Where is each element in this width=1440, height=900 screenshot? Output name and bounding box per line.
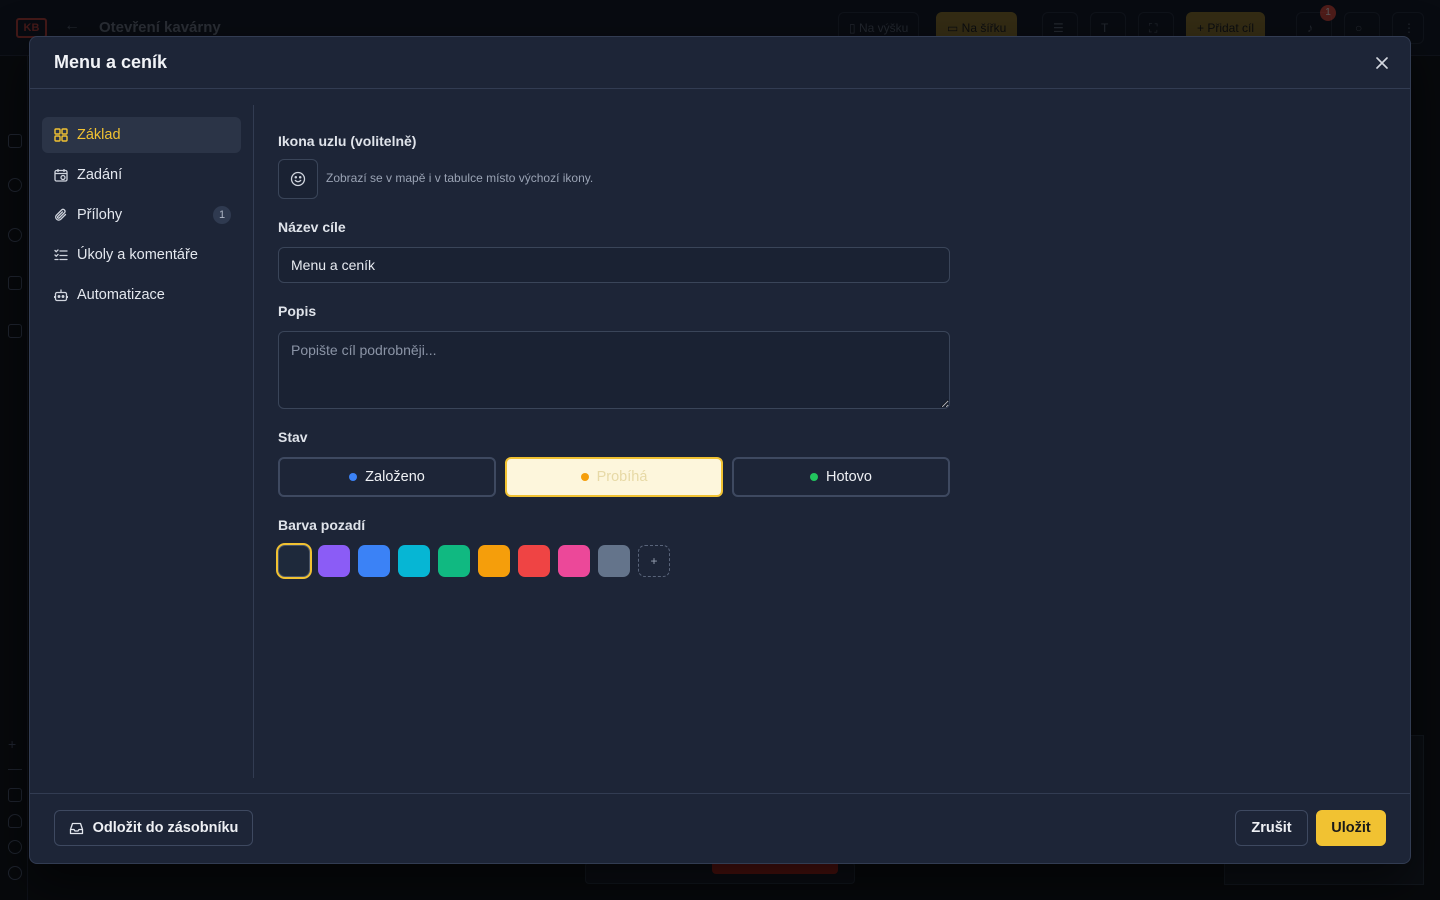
close-icon: [1376, 57, 1388, 69]
nav-item-zadani[interactable]: Zadání: [42, 157, 241, 193]
nav-label: Zadání: [77, 167, 123, 183]
status-dot: [580, 473, 589, 481]
description-input[interactable]: [278, 331, 950, 409]
icon-label: Ikona uzlu (volitelně): [278, 133, 417, 149]
nav-label: Úkoly a komentáře: [77, 247, 198, 263]
status-label-text: Založeno: [365, 469, 425, 485]
goal-modal: Menu a ceník Základ Zadání Přílohy 1 Úko…: [29, 36, 1411, 864]
status-dot: [349, 473, 358, 481]
goal-name-input[interactable]: [278, 247, 950, 283]
inbox-icon: [69, 822, 83, 834]
bg-color-label: Barva pozadí: [278, 517, 366, 533]
icon-picker-button[interactable]: [278, 159, 318, 199]
status-zalozeno-button[interactable]: Založeno: [278, 457, 496, 497]
swatch-orange[interactable]: [478, 545, 510, 577]
save-button[interactable]: Uložit: [1316, 810, 1386, 846]
status-dot: [810, 473, 819, 481]
nav-item-prilohy[interactable]: Přílohy 1: [42, 197, 241, 233]
cancel-button[interactable]: Zrušit: [1235, 810, 1308, 846]
modal-footer: Odložit do zásobníku Zrušit Uložit: [30, 793, 1410, 863]
nav-label: Základ: [77, 127, 121, 143]
attachments-count-badge: 1: [213, 206, 231, 224]
status-label-text: Hotovo: [826, 469, 872, 485]
status-label: Stav: [278, 429, 308, 445]
grid-icon: [53, 128, 68, 143]
status-label-text: Probíhá: [596, 469, 648, 485]
swatch-red[interactable]: [518, 545, 550, 577]
modal-header: Menu a ceník: [30, 37, 1410, 89]
status-hotovo-button[interactable]: Hotovo: [732, 457, 950, 497]
swatch-green[interactable]: [438, 545, 470, 577]
smiley-icon: [290, 171, 306, 187]
modal-title: Menu a ceník: [54, 52, 168, 72]
name-label: Název cíle: [278, 219, 346, 235]
swatch-purple[interactable]: [318, 545, 350, 577]
stash-button[interactable]: Odložit do zásobníku: [54, 810, 253, 846]
nav-item-zaklad[interactable]: Základ: [42, 117, 241, 153]
add-swatch-button[interactable]: +: [638, 545, 670, 577]
description-label: Popis: [278, 303, 317, 319]
swatch-cyan[interactable]: [398, 545, 430, 577]
icon-hint: Zobrazí se v mapě i v tabulce místo vých…: [326, 171, 594, 185]
nav-item-automatizace[interactable]: Automatizace: [42, 277, 241, 313]
status-probiha-button[interactable]: Probíhá: [505, 457, 723, 497]
paperclip-icon: [53, 208, 68, 223]
robot-icon: [53, 288, 68, 303]
modal-nav: Základ Zadání Přílohy 1 Úkoly a komentář…: [42, 105, 254, 778]
swatch-gray[interactable]: [598, 545, 630, 577]
nav-item-ukoly[interactable]: Úkoly a komentáře: [42, 237, 241, 273]
calendar-clock-icon: [53, 168, 68, 183]
stash-label: Odložit do zásobníku: [92, 820, 239, 836]
swatch-dark[interactable]: [278, 545, 310, 577]
swatch-blue[interactable]: [358, 545, 390, 577]
swatch-pink[interactable]: [558, 545, 590, 577]
nav-label: Přílohy: [77, 207, 123, 223]
list-check-icon: [53, 248, 68, 263]
nav-label: Automatizace: [77, 287, 165, 303]
close-button[interactable]: [1370, 51, 1394, 75]
